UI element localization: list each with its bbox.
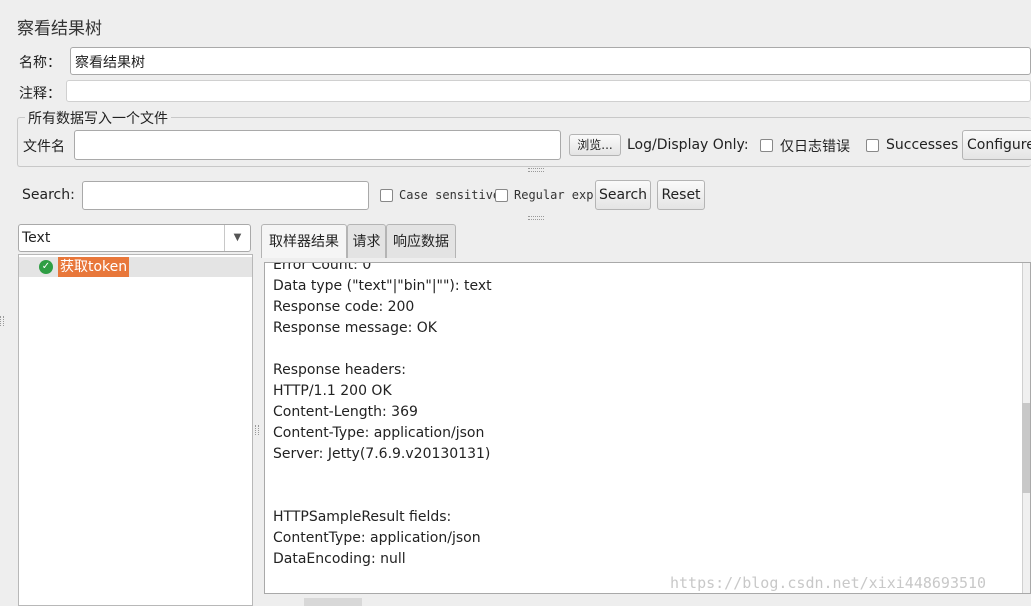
file-section-legend: 所有数据写入一个文件	[25, 108, 171, 128]
errors-only-label: 仅日志错误	[780, 139, 850, 155]
successes-label: Successes	[886, 137, 959, 153]
successes-checkbox[interactable]	[866, 139, 879, 152]
result-line: Error Count: 0	[273, 262, 372, 273]
check-shield-icon: ✓	[39, 260, 53, 274]
search-button[interactable]: Search	[595, 180, 651, 210]
tab-request[interactable]: 请求	[347, 224, 386, 258]
result-line: Response headers:	[273, 362, 407, 378]
result-line: HTTPSampleResult fields:	[273, 509, 452, 525]
tab-response-data[interactable]: 响应数据	[386, 224, 456, 258]
horizontal-scrollbar-thumb[interactable]	[304, 598, 362, 606]
left-splitter-grip[interactable]	[0, 316, 4, 326]
configure-button[interactable]: Configure	[962, 130, 1031, 160]
result-lines: Error Count: 0 Data type ("text"|"bin"|"…	[273, 262, 492, 570]
search-input[interactable]	[82, 181, 369, 210]
search-label: Search:	[22, 187, 75, 203]
vertical-scrollbar[interactable]	[1022, 263, 1030, 593]
tab-sampler-result[interactable]: 取样器结果	[261, 224, 347, 258]
filename-input[interactable]	[74, 130, 561, 160]
regex-checkbox[interactable]	[495, 189, 508, 202]
tree-item[interactable]: ✓ 获取token	[19, 257, 252, 277]
panel-title: 察看结果树	[17, 19, 102, 39]
result-line: Response code: 200	[273, 299, 415, 315]
result-line	[273, 339, 492, 360]
case-sensitive-label: Case sensitive	[399, 188, 501, 202]
result-line: Content-Type: application/json	[273, 425, 485, 441]
result-line: Data type ("text"|"bin"|""): text	[273, 278, 492, 294]
result-line	[273, 465, 492, 486]
comment-label: 注释：	[19, 86, 61, 102]
name-input[interactable]: 察看结果树	[70, 47, 1031, 75]
chevron-down-icon[interactable]: ▼	[224, 225, 250, 251]
result-line: ContentType: application/json	[273, 530, 481, 546]
renderer-select[interactable]: Text ▼	[18, 224, 251, 252]
name-label: 名称：	[19, 55, 61, 71]
case-sensitive-checkbox[interactable]	[380, 189, 393, 202]
result-tree[interactable]: ✓ 获取token	[18, 254, 253, 606]
browse-button[interactable]: 浏览...	[569, 134, 621, 156]
result-line: Content-Length: 369	[273, 404, 418, 420]
splitter-grip[interactable]	[528, 216, 544, 220]
middle-splitter-grip[interactable]	[255, 425, 259, 435]
vertical-scrollbar-thumb[interactable]	[1022, 403, 1030, 493]
splitter-grip[interactable]	[528, 168, 544, 172]
result-line: DataEncoding: null	[273, 551, 406, 567]
regex-label: Regular exp.	[514, 188, 601, 202]
result-line: Server: Jetty(7.6.9.v20130131)	[273, 446, 491, 462]
filename-label: 文件名	[23, 139, 65, 155]
result-line	[273, 486, 492, 507]
watermark-text: https://blog.csdn.net/xixi448693510	[670, 574, 987, 592]
reset-button[interactable]: Reset	[657, 180, 705, 210]
result-line: Response message: OK	[273, 320, 437, 336]
result-text-area[interactable]: Error Count: 0 Data type ("text"|"bin"|"…	[264, 262, 1031, 594]
log-display-label: Log/Display Only:	[627, 137, 749, 153]
result-line: HTTP/1.1 200 OK	[273, 383, 392, 399]
renderer-selected: Text	[22, 230, 51, 246]
tree-item-label[interactable]: 获取token	[58, 257, 130, 277]
comment-input[interactable]	[66, 80, 1031, 102]
errors-only-checkbox[interactable]	[760, 139, 773, 152]
